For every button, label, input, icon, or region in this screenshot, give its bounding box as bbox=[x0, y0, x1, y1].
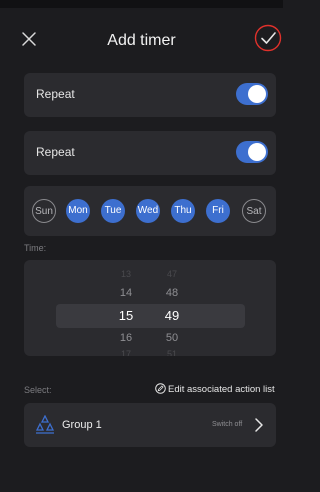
chevron-right-icon bbox=[255, 418, 263, 432]
minute-option[interactable]: 48 bbox=[158, 287, 186, 299]
day-sat[interactable]: Sat bbox=[242, 199, 266, 223]
repeat-toggle[interactable] bbox=[236, 83, 268, 105]
repeat-row: Repeat bbox=[24, 73, 276, 117]
group-action-value: Switch off bbox=[212, 421, 243, 428]
hour-option[interactable]: 17 bbox=[112, 349, 140, 356]
day-fri[interactable]: Fri bbox=[206, 199, 230, 223]
time-label: Time: bbox=[24, 243, 47, 253]
hour-selected[interactable]: 15 bbox=[112, 308, 140, 323]
check-icon[interactable] bbox=[253, 23, 283, 53]
minute-selected[interactable]: 49 bbox=[158, 308, 186, 323]
repeat-label: Repeat bbox=[36, 145, 75, 159]
minute-option[interactable]: 47 bbox=[158, 269, 186, 279]
day-selector: Sun Mon Tue Wed Thu Fri Sat bbox=[24, 186, 276, 236]
group-row[interactable]: Group 1 Switch off bbox=[24, 403, 276, 447]
minute-option[interactable]: 51 bbox=[158, 349, 186, 356]
select-label: Select: bbox=[24, 385, 52, 395]
minute-option[interactable]: 50 bbox=[158, 332, 186, 344]
status-bar bbox=[0, 0, 283, 8]
hour-option[interactable]: 16 bbox=[112, 332, 140, 344]
edit-action-list-link[interactable]: Edit associated action list bbox=[155, 383, 275, 395]
hour-option[interactable]: 13 bbox=[112, 269, 140, 279]
repeat-row: Repeat bbox=[24, 131, 276, 175]
edit-action-list-label: Edit associated action list bbox=[168, 384, 275, 395]
toggle-knob bbox=[248, 85, 266, 103]
hour-option[interactable]: 14 bbox=[112, 287, 140, 299]
group-lamps-icon bbox=[35, 415, 55, 434]
picker-selection-band bbox=[56, 304, 245, 328]
day-sun[interactable]: Sun bbox=[32, 199, 56, 223]
day-thu[interactable]: Thu bbox=[171, 199, 195, 223]
toggle-knob bbox=[248, 143, 266, 161]
repeat-toggle[interactable] bbox=[236, 141, 268, 163]
day-mon[interactable]: Mon bbox=[66, 199, 90, 223]
time-picker[interactable]: 13 14 15 16 17 47 48 49 50 51 bbox=[24, 260, 276, 356]
group-name: Group 1 bbox=[62, 419, 102, 431]
day-wed[interactable]: Wed bbox=[136, 199, 160, 223]
header: Add timer bbox=[0, 8, 283, 68]
page-title: Add timer bbox=[107, 32, 176, 49]
edit-circle-icon bbox=[155, 383, 166, 394]
day-tue[interactable]: Tue bbox=[101, 199, 125, 223]
repeat-label: Repeat bbox=[36, 87, 75, 101]
